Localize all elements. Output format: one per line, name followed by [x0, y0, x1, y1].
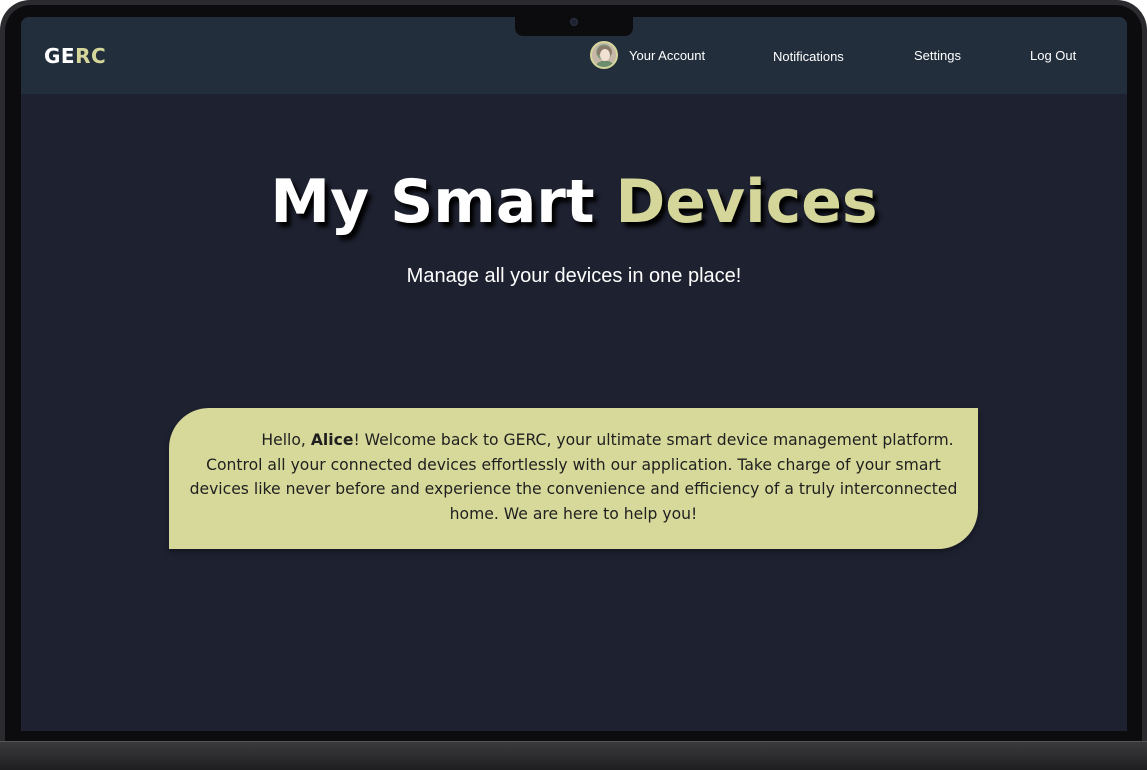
camera-notch	[515, 15, 633, 36]
screen: GERC Your Account Notifications Settings…	[21, 17, 1127, 731]
welcome-user-name: Alice	[310, 431, 354, 449]
welcome-greeting: Hello,	[261, 431, 311, 449]
avatar-shirt	[595, 61, 615, 67]
page-title-part-b: Devices	[615, 167, 878, 237]
app-logo[interactable]: GERC	[44, 44, 106, 68]
logo-text-rc: RC	[75, 44, 107, 68]
nav-log-out[interactable]: Log Out	[1030, 48, 1076, 63]
laptop-frame: GERC Your Account Notifications Settings…	[0, 0, 1147, 770]
page-title: My Smart Devices	[21, 167, 1127, 237]
welcome-message-box: Hello, Alice! Welcome back to GERC, your…	[169, 408, 978, 549]
nav-settings[interactable]: Settings	[914, 48, 961, 63]
avatar-face	[600, 49, 610, 61]
camera-icon	[570, 18, 578, 26]
avatar-icon[interactable]	[590, 41, 618, 69]
page-title-part-a: My Smart	[270, 167, 616, 237]
nav-your-account[interactable]: Your Account	[629, 48, 705, 63]
page-subtitle: Manage all your devices in one place!	[406, 265, 742, 287]
nav-notifications[interactable]: Notifications	[773, 49, 844, 64]
logo-text-ge: GE	[44, 44, 76, 68]
laptop-base	[0, 741, 1147, 770]
